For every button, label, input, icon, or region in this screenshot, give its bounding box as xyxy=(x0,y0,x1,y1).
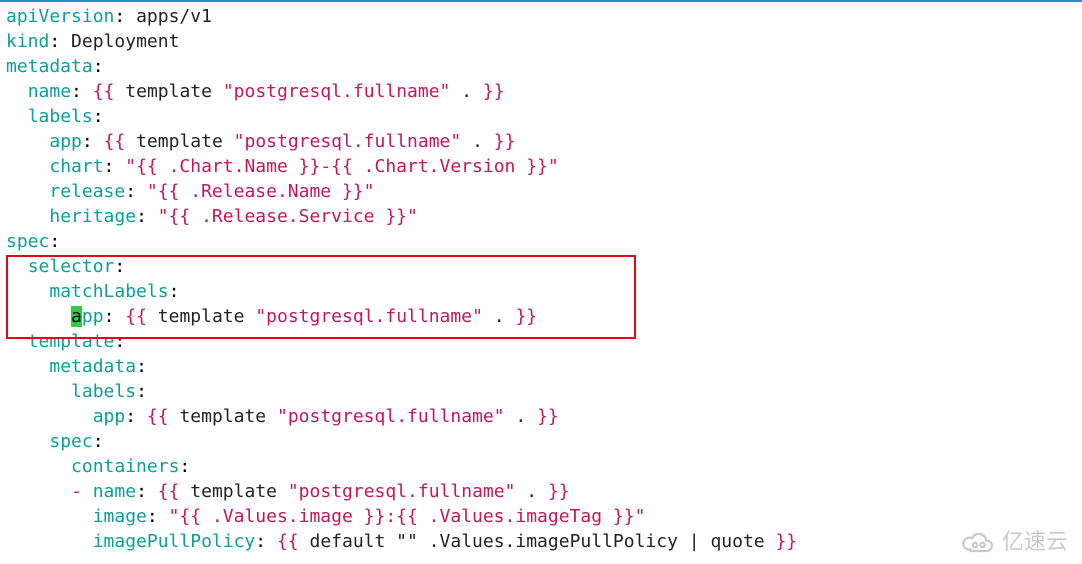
tpl-kw: template xyxy=(190,481,277,502)
brace-close: }} xyxy=(515,306,537,327)
brace-open: {{ xyxy=(147,406,169,427)
cursor-char: a xyxy=(71,306,82,327)
tpl-kw: template xyxy=(136,131,223,152)
tpl-dot: . xyxy=(461,81,472,102)
key-heritage: heritage xyxy=(49,206,136,227)
brace-close: }} xyxy=(483,81,505,102)
tpl-arg: "postgresql.fullname" xyxy=(255,306,483,327)
val-kind: Deployment xyxy=(71,31,179,52)
tpl-arg: "postgresql.fullname" xyxy=(223,81,451,102)
key-app-cursor: app xyxy=(71,306,104,327)
tpl-kw: template xyxy=(158,306,245,327)
key-kind: kind xyxy=(6,31,49,52)
key-imagepullpolicy: imagePullPolicy xyxy=(93,531,256,552)
brace-open: {{ xyxy=(125,306,147,327)
dash: - xyxy=(71,481,82,502)
tpl-dot: . xyxy=(515,406,526,427)
val-apiversion: apps/v1 xyxy=(136,6,212,27)
key-image: image xyxy=(93,506,147,527)
key-release: release xyxy=(49,181,125,202)
key-labels2: labels xyxy=(71,381,136,402)
key-selector: selector xyxy=(28,256,115,277)
top-accent-bar xyxy=(0,0,1082,2)
val-ipp: default "" .Values.imagePullPolicy | quo… xyxy=(299,531,776,552)
key-app: app xyxy=(49,131,82,152)
brace-close: }} xyxy=(548,481,570,502)
key-labels: labels xyxy=(28,106,93,127)
tpl-arg: "postgresql.fullname" xyxy=(288,481,516,502)
key-spec2: spec xyxy=(49,431,92,452)
tpl-arg: "postgresql.fullname" xyxy=(234,131,462,152)
key-containers: containers xyxy=(71,456,179,477)
val-image: "{{ .Values.image }}:{{ .Values.imageTag… xyxy=(169,506,646,527)
key-app2: app xyxy=(93,406,126,427)
key-template: template xyxy=(28,331,115,352)
key-matchlabels: matchLabels xyxy=(49,281,168,302)
tpl-dot: . xyxy=(494,306,505,327)
tpl-kw: template xyxy=(125,81,212,102)
yaml-code-block: apiVersion: apps/v1 kind: Deployment met… xyxy=(0,0,1082,554)
val-chart: "{{ .Chart.Name }}-{{ .Chart.Version }}" xyxy=(125,156,558,177)
tpl-dot: . xyxy=(472,131,483,152)
val-heritage: "{{ .Release.Service }}" xyxy=(158,206,418,227)
brace-close: }} xyxy=(494,131,516,152)
brace-open: {{ xyxy=(104,131,126,152)
brace-close: }} xyxy=(775,531,797,552)
key-app-rest: pp xyxy=(82,306,104,327)
key-metadata: metadata xyxy=(6,56,93,77)
key-metadata2: metadata xyxy=(49,356,136,377)
tpl-arg: "postgresql.fullname" xyxy=(277,406,505,427)
val-release: "{{ .Release.Name }}" xyxy=(147,181,375,202)
key-name: name xyxy=(28,81,71,102)
tpl-kw: template xyxy=(179,406,266,427)
key-name2: name xyxy=(93,481,136,502)
brace-open: {{ xyxy=(93,81,115,102)
brace-open: {{ xyxy=(277,531,299,552)
key-chart: chart xyxy=(49,156,103,177)
tpl-dot: . xyxy=(526,481,537,502)
brace-close: }} xyxy=(537,406,559,427)
key-spec: spec xyxy=(6,231,49,252)
key-apiversion: apiVersion xyxy=(6,6,114,27)
brace-open: {{ xyxy=(158,481,180,502)
